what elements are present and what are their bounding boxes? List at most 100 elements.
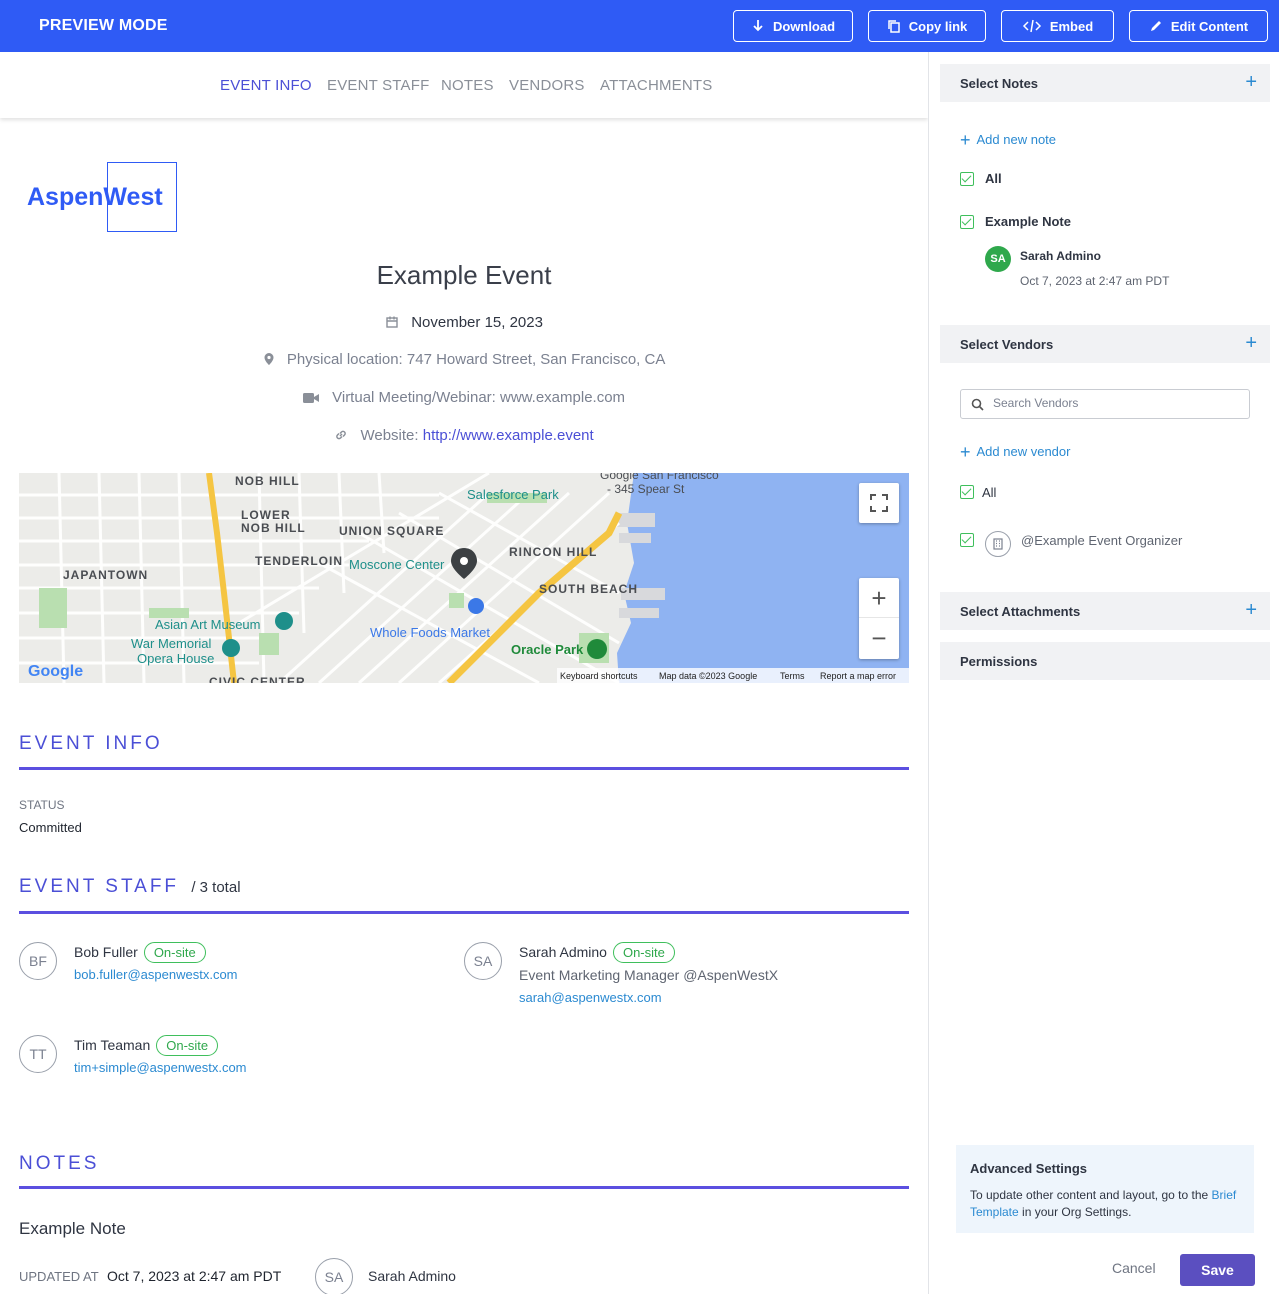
avatar: TT: [19, 1035, 57, 1073]
map-zoom-in-button[interactable]: +: [859, 578, 899, 618]
vendor-checkbox[interactable]: [960, 533, 974, 547]
svg-text:War Memorial: War Memorial: [131, 636, 212, 651]
note-title: Example Note: [19, 1219, 126, 1238]
status-badge: On-site: [156, 1035, 219, 1056]
map-label-tenderloin: TENDERLOIN: [255, 554, 343, 568]
avatar: SA: [985, 246, 1011, 272]
status-badge: On-site: [612, 942, 675, 963]
note-author: Sarah Admino: [368, 1268, 456, 1284]
event-title: Example Event: [376, 260, 552, 290]
note-checkbox[interactable]: [960, 215, 974, 229]
calendar-icon: [386, 316, 398, 328]
staff-email[interactable]: bob.fuller@aspenwestx.com: [74, 967, 238, 982]
map-label-moscone: Moscone Center: [349, 557, 445, 572]
map-label-rincon-hill: RINCON HILL: [509, 545, 597, 559]
notes-heading: NOTES: [19, 1153, 100, 1174]
aspenwest-logo: AspenWest: [27, 162, 177, 232]
preview-mode-label: PREVIEW MODE: [39, 17, 168, 34]
staff-email[interactable]: sarah@aspenwestx.com: [519, 990, 662, 1005]
select-vendors-title: Select Vendors: [960, 337, 1054, 352]
svg-text:NOB HILL: NOB HILL: [241, 521, 306, 535]
map-label-union-square: UNION SQUARE: [339, 524, 444, 538]
svg-text:LOWER: LOWER: [241, 508, 291, 522]
vendors-all-checkbox[interactable]: [960, 485, 974, 499]
save-button[interactable]: Save: [1180, 1254, 1255, 1286]
staff-email[interactable]: tim+simple@aspenwestx.com: [74, 1060, 247, 1075]
event-staff-heading: EVENT STAFF / 3 total: [19, 876, 241, 897]
status-label: STATUS: [19, 798, 65, 812]
advanced-settings-text: To update other content and layout, go t…: [970, 1188, 1237, 1219]
copy-link-button[interactable]: Copy link: [868, 10, 986, 42]
google-logo: Google: [28, 663, 83, 680]
add-note-plus-icon[interactable]: +: [1245, 72, 1257, 92]
map-terms-link[interactable]: Terms: [780, 671, 805, 681]
note-updated-at: Oct 7, 2023 at 2:47 am PDT: [107, 1268, 282, 1284]
add-new-note-link[interactable]: + Add new note: [960, 130, 1056, 151]
add-new-vendor-link[interactable]: + Add new vendor: [960, 442, 1070, 463]
embed-label: Embed: [1049, 18, 1094, 34]
map-label-japantown: JAPANTOWN: [63, 568, 148, 582]
event-map[interactable]: NOB HILL UNION SQUARE TENDERLOIN JAPANTO…: [19, 473, 909, 683]
staff-name: Sarah Admino: [519, 944, 607, 960]
svg-text:Google San Francisco: Google San Francisco: [600, 473, 719, 482]
event-info-heading: EVENT INFO: [19, 733, 163, 754]
updated-at-label: UPDATED AT: [19, 1269, 99, 1284]
link-icon: [336, 430, 347, 440]
embed-button[interactable]: Embed: [1001, 10, 1114, 42]
tab-vendors[interactable]: VENDORS: [509, 77, 585, 94]
cancel-button[interactable]: Cancel: [1112, 1260, 1156, 1276]
pencil-icon: [1150, 21, 1161, 31]
staff-name: Tim Teaman: [74, 1037, 151, 1053]
video-camera-icon: [302, 393, 319, 403]
tab-attachments[interactable]: ATTACHMENTS: [600, 77, 712, 94]
map-report-error-link[interactable]: Report a map error: [820, 671, 896, 681]
select-vendors-header[interactable]: Select Vendors +: [940, 325, 1270, 363]
vendor-search-input[interactable]: [993, 396, 1233, 410]
map-zoom-out-button[interactable]: −: [859, 618, 899, 658]
advanced-settings-box: Advanced Settings To update other conten…: [956, 1145, 1254, 1233]
download-icon: [753, 20, 763, 32]
map-label-oracle-park: Oracle Park: [511, 642, 584, 657]
note-author-name: Sarah Admino: [1020, 249, 1101, 263]
staff-name: Bob Fuller: [74, 944, 138, 960]
map-label-salesforce-park: Salesforce Park: [467, 487, 559, 502]
download-button[interactable]: Download: [733, 10, 853, 42]
staff-count: / 3 total: [191, 879, 241, 896]
search-icon: [971, 398, 984, 411]
select-attachments-header[interactable]: Select Attachments +: [940, 592, 1270, 630]
event-date: November 15, 2023: [411, 314, 543, 331]
tab-event-info[interactable]: EVENT INFO: [220, 77, 312, 94]
event-info-divider: [19, 767, 909, 770]
notes-divider: [19, 1186, 909, 1189]
svg-text:Opera House: Opera House: [137, 651, 214, 666]
copy-link-label: Copy link: [908, 18, 968, 34]
code-icon: [1022, 19, 1041, 33]
edit-content-label: Edit Content: [1170, 18, 1249, 34]
event-staff-divider: [19, 911, 909, 914]
map-data-credit: Map data ©2023 Google: [659, 671, 757, 681]
notes-all-checkbox[interactable]: [960, 172, 974, 186]
map-keyboard-shortcuts[interactable]: Keyboard shortcuts: [560, 671, 638, 681]
plus-icon: +: [960, 442, 971, 462]
vendor-search[interactable]: [960, 389, 1250, 419]
note-item-label: Example Note: [985, 214, 1071, 229]
vendors-all-label: All: [982, 485, 997, 500]
permissions-header[interactable]: Permissions: [940, 642, 1270, 680]
status-value: Committed: [19, 820, 82, 835]
note-date: Oct 7, 2023 at 2:47 am PDT: [1020, 274, 1170, 288]
tab-event-staff[interactable]: EVENT STAFF: [327, 77, 430, 94]
location-pin-icon: [264, 353, 274, 365]
select-notes-title: Select Notes: [960, 76, 1039, 91]
add-vendor-plus-icon[interactable]: +: [1245, 333, 1257, 353]
staff-role: Event Marketing Manager @AspenWestX: [519, 967, 779, 983]
map-label-asian-art: Asian Art Museum: [155, 617, 261, 632]
event-website-link[interactable]: http://www.example.event: [423, 427, 594, 444]
tab-notes[interactable]: NOTES: [441, 77, 494, 94]
building-icon: [985, 531, 1011, 557]
event-location-row: Physical location: 747 Howard Street, Sa…: [0, 351, 928, 368]
vendor-item-label: @Example Event Organizer: [1021, 533, 1183, 548]
map-fullscreen-button[interactable]: [859, 483, 899, 523]
add-attachment-plus-icon[interactable]: +: [1245, 600, 1257, 620]
edit-content-button[interactable]: Edit Content: [1129, 10, 1268, 42]
select-notes-header[interactable]: Select Notes +: [940, 64, 1270, 102]
